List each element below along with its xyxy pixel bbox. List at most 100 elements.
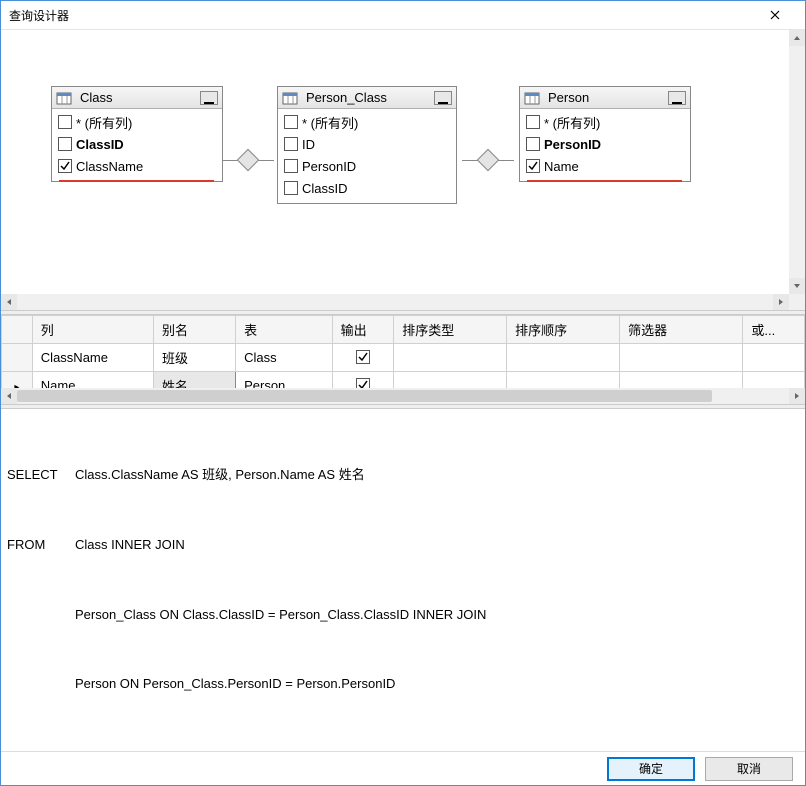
diagram-column-row[interactable]: ClassID [278, 177, 456, 199]
grid-cell-column[interactable]: ClassName [32, 343, 153, 371]
table-icon [56, 91, 72, 105]
dialog-footer: 确定 取消 [1, 751, 805, 785]
grid-row[interactable]: ClassName班级Class [2, 343, 805, 371]
grid-cell-sorttype[interactable] [394, 343, 507, 371]
grid-cell-or[interactable] [743, 371, 805, 388]
sql-text: Person_Class ON Class.ClassID = Person_C… [75, 604, 486, 626]
grid-cell-sorttype[interactable] [394, 371, 507, 388]
grid-hscroll-track[interactable] [17, 388, 789, 404]
grid-cell-alias[interactable]: 姓名 [153, 371, 235, 388]
grid-cell-output[interactable] [332, 343, 394, 371]
query-designer-window: 查询设计器 Class* (所有列)ClassIDClassNamePerson… [0, 0, 806, 786]
column-checkbox[interactable] [284, 115, 298, 129]
minimize-button[interactable] [200, 91, 218, 105]
scroll-left-button[interactable] [1, 388, 17, 404]
diagram-vscrollbar[interactable] [789, 30, 805, 294]
diagram-table[interactable]: Person_Class * (所有列)ID PersonID ClassID [277, 86, 457, 204]
sql-pane[interactable]: SELECTClass.ClassName AS 班级, Person.Name… [1, 409, 805, 751]
grid-cell-output[interactable] [332, 371, 394, 388]
ok-button[interactable]: 确定 [607, 757, 695, 781]
minimize-button[interactable] [434, 91, 452, 105]
diagram-table-name: Class [76, 90, 200, 105]
grid-column-header[interactable]: 筛选器 [620, 315, 743, 343]
diagram-table-name: Person_Class [302, 90, 434, 105]
grid-cell-sortorder[interactable] [507, 371, 620, 388]
scroll-up-button[interactable] [789, 30, 805, 46]
grid-column-header[interactable]: 或... [743, 315, 805, 343]
diagram-canvas[interactable]: Class* (所有列)ClassIDClassNamePerson_Class… [1, 30, 789, 294]
grid-row[interactable]: Name姓名Person [2, 371, 805, 388]
column-checkbox[interactable] [284, 181, 298, 195]
sql-text: Person ON Person_Class.PersonID = Person… [75, 673, 395, 695]
scroll-left-button[interactable] [1, 294, 17, 310]
annotation-underline [59, 180, 214, 182]
scroll-down-button[interactable] [789, 278, 805, 294]
grid-cell-filter[interactable] [620, 343, 743, 371]
row-selector[interactable] [2, 371, 33, 388]
table-icon [524, 91, 540, 105]
diagram-column-row[interactable]: PersonID [520, 133, 690, 155]
diagram-table-header[interactable]: Person [520, 87, 690, 109]
column-name: ClassID [302, 181, 348, 196]
column-checkbox[interactable] [58, 115, 72, 129]
grid-column-header[interactable]: 排序类型 [394, 315, 507, 343]
grid-cell-alias[interactable]: 班级 [153, 343, 235, 371]
grid-hscroll-thumb[interactable] [17, 390, 712, 402]
output-checkbox[interactable] [356, 378, 370, 388]
column-name: PersonID [302, 159, 356, 174]
grid-column-header[interactable]: 表 [236, 315, 333, 343]
diagram-column-row[interactable]: * (所有列) [520, 111, 690, 133]
close-icon [770, 10, 780, 20]
grid-column-header[interactable]: 别名 [153, 315, 235, 343]
grid-column-header[interactable]: 排序顺序 [507, 315, 620, 343]
column-checkbox[interactable] [526, 159, 540, 173]
diagram-table-body: * (所有列)PersonIDName [520, 109, 690, 179]
diagram-column-row[interactable]: * (所有列) [278, 111, 456, 133]
annotation-underline [527, 180, 682, 182]
sql-text: Class.ClassName AS 班级, Person.Name AS 姓名 [75, 464, 365, 486]
grid-hscrollbar[interactable] [1, 388, 805, 404]
diagram-table-header[interactable]: Class [52, 87, 222, 109]
criteria-grid[interactable]: 列别名表输出排序类型排序顺序筛选器或...ClassName班级ClassNam… [1, 315, 805, 388]
table-icon [282, 91, 298, 105]
diagram-table-header[interactable]: Person_Class [278, 87, 456, 109]
diagram-table[interactable]: Class * (所有列)ClassIDClassName [51, 86, 223, 182]
scroll-right-button[interactable] [773, 294, 789, 310]
sql-keyword: FROM [7, 534, 75, 556]
column-checkbox[interactable] [58, 137, 72, 151]
column-checkbox[interactable] [284, 159, 298, 173]
close-button[interactable] [752, 1, 797, 29]
grid-column-header[interactable]: 输出 [332, 315, 394, 343]
grid-cell-column[interactable]: Name [32, 371, 153, 388]
diagram-column-row[interactable]: ID [278, 133, 456, 155]
grid-cell-table[interactable]: Class [236, 343, 333, 371]
cancel-button[interactable]: 取消 [705, 757, 793, 781]
minimize-button[interactable] [668, 91, 686, 105]
column-checkbox[interactable] [526, 115, 540, 129]
column-checkbox[interactable] [284, 137, 298, 151]
row-selector[interactable] [2, 343, 33, 371]
diagram-pane[interactable]: Class* (所有列)ClassIDClassNamePerson_Class… [1, 30, 805, 310]
column-checkbox[interactable] [526, 137, 540, 151]
grid-cell-or[interactable] [743, 343, 805, 371]
scroll-right-button[interactable] [789, 388, 805, 404]
criteria-grid-pane: 列别名表输出排序类型排序顺序筛选器或...ClassName班级ClassNam… [1, 315, 805, 404]
output-checkbox[interactable] [356, 350, 370, 364]
diagram-column-row[interactable]: PersonID [278, 155, 456, 177]
join-diamond-icon[interactable] [237, 149, 260, 172]
diagram-column-row[interactable]: ClassID [52, 133, 222, 155]
diagram-table[interactable]: Person* (所有列)PersonIDName [519, 86, 691, 182]
diagram-column-row[interactable]: ClassName [52, 155, 222, 177]
diagram-hscrollbar[interactable] [1, 294, 789, 310]
titlebar: 查询设计器 [1, 1, 805, 30]
grid-column-header[interactable]: 列 [32, 315, 153, 343]
diagram-column-row[interactable]: Name [520, 155, 690, 177]
row-header-cell [2, 315, 33, 343]
diagram-table-body: * (所有列)ClassIDClassName [52, 109, 222, 179]
diagram-column-row[interactable]: * (所有列) [52, 111, 222, 133]
column-checkbox[interactable] [58, 159, 72, 173]
join-diamond-icon[interactable] [477, 149, 500, 172]
grid-cell-table[interactable]: Person [236, 371, 333, 388]
grid-cell-filter[interactable] [620, 371, 743, 388]
grid-cell-sortorder[interactable] [507, 343, 620, 371]
